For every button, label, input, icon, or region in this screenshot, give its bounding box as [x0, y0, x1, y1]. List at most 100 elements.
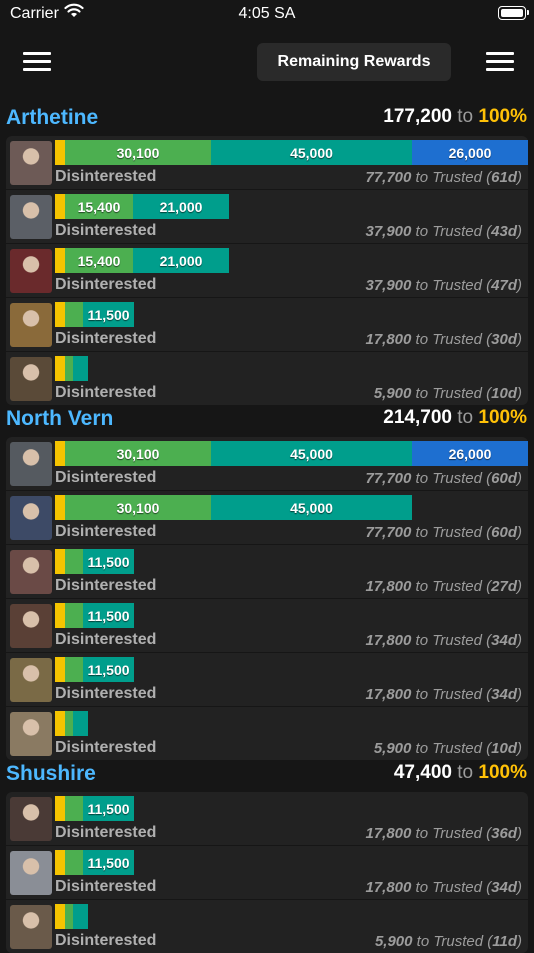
rapport-progress-bar: 15,400 21,000	[55, 248, 229, 273]
menu-left-icon[interactable]	[23, 52, 51, 72]
percent-label: 100%	[478, 762, 527, 783]
remaining-points: 77,700	[365, 524, 412, 541]
rapport-status: Disinterested	[55, 222, 157, 239]
section-header: Shushire 47,400 to 100%	[0, 760, 534, 792]
to-trusted-label: to Trusted	[415, 385, 482, 402]
remaining-points: 17,800	[365, 578, 412, 595]
npc-avatar	[10, 550, 52, 594]
bar-segment: 30,100	[65, 441, 211, 466]
days-remaining: 34d	[491, 879, 517, 896]
npc-avatar	[10, 442, 52, 486]
remaining-points: 37,900	[365, 277, 412, 294]
bar-segment	[73, 904, 88, 929]
region-name[interactable]: North Vern	[6, 407, 113, 431]
remaining-points: 5,900	[373, 385, 412, 402]
days-remaining: 27d	[491, 578, 517, 595]
npc-row[interactable]: 11,500 Disinterested 17,800 to Trusted (34…	[6, 846, 528, 900]
rapport-progress-bar: 11,500	[55, 603, 134, 628]
region-name[interactable]: Arthetine	[6, 106, 98, 130]
to-trusted-label: to Trusted	[415, 470, 482, 487]
npc-row[interactable]: 11,500 Disinterested 17,800 to Trusted (34…	[6, 599, 528, 653]
npc-row[interactable]: 11,500 Disinterested 17,800 to Trusted (30…	[6, 298, 528, 352]
npc-avatar	[10, 905, 52, 949]
to-label: to	[457, 407, 474, 428]
rapport-progress-bar	[55, 711, 88, 736]
npc-row[interactable]: 11,500 Disinterested 17,800 to Trusted (36…	[6, 792, 528, 846]
total-points: 47,400	[393, 762, 452, 783]
trust-remaining: 5,900 to Trusted (10d)	[373, 740, 522, 757]
bar-segment-current	[55, 850, 65, 875]
trust-remaining: 5,900 to Trusted (10d)	[373, 385, 522, 402]
npc-list: 30,100 45,000 26,000 Disinterested 77,700 to…	[6, 437, 528, 760]
region-name[interactable]: Shushire	[6, 762, 96, 786]
to-label: to	[457, 762, 474, 783]
days-remaining: 34d	[491, 686, 517, 703]
npc-row[interactable]: 15,400 21,000 Disinterested 37,900 to Trust…	[6, 244, 528, 298]
trust-remaining: 17,800 to Trusted (27d)	[365, 578, 522, 595]
remaining-points: 17,800	[365, 825, 412, 842]
remaining-points: 77,700	[365, 470, 412, 487]
npc-row[interactable]: 11,500 Disinterested 17,800 to Trusted (34…	[6, 653, 528, 707]
rapport-progress-bar: 30,100 45,000 26,000	[55, 441, 528, 466]
rapport-status: Disinterested	[55, 523, 157, 540]
bar-segment	[65, 603, 83, 628]
percent-label: 100%	[478, 106, 527, 127]
rapport-status: Disinterested	[55, 824, 157, 841]
days-remaining: 10d	[491, 385, 517, 402]
bar-segment: 21,000	[133, 194, 229, 219]
remaining-rewards-button[interactable]: Remaining Rewards	[257, 43, 451, 81]
rapport-progress-bar: 11,500	[55, 549, 134, 574]
rapport-status: Disinterested	[55, 384, 157, 401]
npc-avatar	[10, 712, 52, 756]
trust-remaining: 77,700 to Trusted (61d)	[365, 169, 522, 186]
npc-row[interactable]: 30,100 45,000 Disinterested 77,700 to Trust…	[6, 491, 528, 545]
npc-row[interactable]: Disinterested 5,900 to Trusted (10d)	[6, 352, 528, 405]
trust-remaining: 17,800 to Trusted (36d)	[365, 825, 522, 842]
rapport-progress-bar: 11,500	[55, 657, 134, 682]
nav-bar: Remaining Rewards	[0, 30, 534, 104]
bar-segment	[65, 850, 83, 875]
npc-avatar	[10, 851, 52, 895]
bar-segment-current	[55, 549, 65, 574]
menu-right-icon[interactable]	[486, 52, 514, 72]
npc-list: 11,500 Disinterested 17,800 to Trusted (36…	[6, 792, 528, 953]
bar-segment: 11,500	[83, 603, 134, 628]
trust-remaining: 17,800 to Trusted (30d)	[365, 331, 522, 348]
bar-segment-current	[55, 657, 65, 682]
rapport-status: Disinterested	[55, 739, 157, 756]
npc-avatar	[10, 195, 52, 239]
bar-segment-current	[55, 140, 65, 165]
npc-row[interactable]: 30,100 45,000 26,000 Disinterested 77,700 to…	[6, 437, 528, 491]
percent-label: 100%	[478, 407, 527, 428]
bar-segment-current	[55, 194, 65, 219]
npc-avatar	[10, 658, 52, 702]
trust-remaining: 77,700 to Trusted (60d)	[365, 470, 522, 487]
npc-row[interactable]: Disinterested 5,900 to Trusted (11d)	[6, 900, 528, 953]
remaining-points: 5,900	[374, 933, 413, 950]
total-points: 177,200	[383, 106, 452, 127]
days-remaining: 36d	[491, 825, 517, 842]
to-trusted-label: to Trusted	[415, 879, 482, 896]
bar-segment: 45,000	[211, 495, 412, 520]
npc-row[interactable]: 15,400 21,000 Disinterested 37,900 to Trust…	[6, 190, 528, 244]
bar-segment-current	[55, 356, 65, 381]
days-remaining: 43d	[491, 223, 517, 240]
npc-row[interactable]: Disinterested 5,900 to Trusted (10d)	[6, 707, 528, 760]
region-total: 214,700 to 100%	[383, 407, 527, 429]
npc-avatar	[10, 496, 52, 540]
bar-segment: 45,000	[211, 441, 412, 466]
npc-row[interactable]: 30,100 45,000 26,000 Disinterested 77,700 to…	[6, 136, 528, 190]
to-trusted-label: to Trusted	[415, 331, 482, 348]
days-remaining: 11d	[492, 933, 517, 950]
days-remaining: 61d	[491, 169, 517, 186]
npc-avatar	[10, 357, 52, 401]
to-trusted-label: to Trusted	[415, 740, 482, 757]
bar-segment-current	[55, 495, 65, 520]
status-bar: Carrier 4:05 SA	[0, 0, 534, 30]
trust-remaining: 17,800 to Trusted (34d)	[365, 879, 522, 896]
remaining-points: 37,900	[365, 223, 412, 240]
npc-row[interactable]: 11,500 Disinterested 17,800 to Trusted (27…	[6, 545, 528, 599]
rapport-progress-bar: 15,400 21,000	[55, 194, 229, 219]
to-trusted-label: to Trusted	[415, 686, 482, 703]
battery-icon	[498, 6, 529, 20]
